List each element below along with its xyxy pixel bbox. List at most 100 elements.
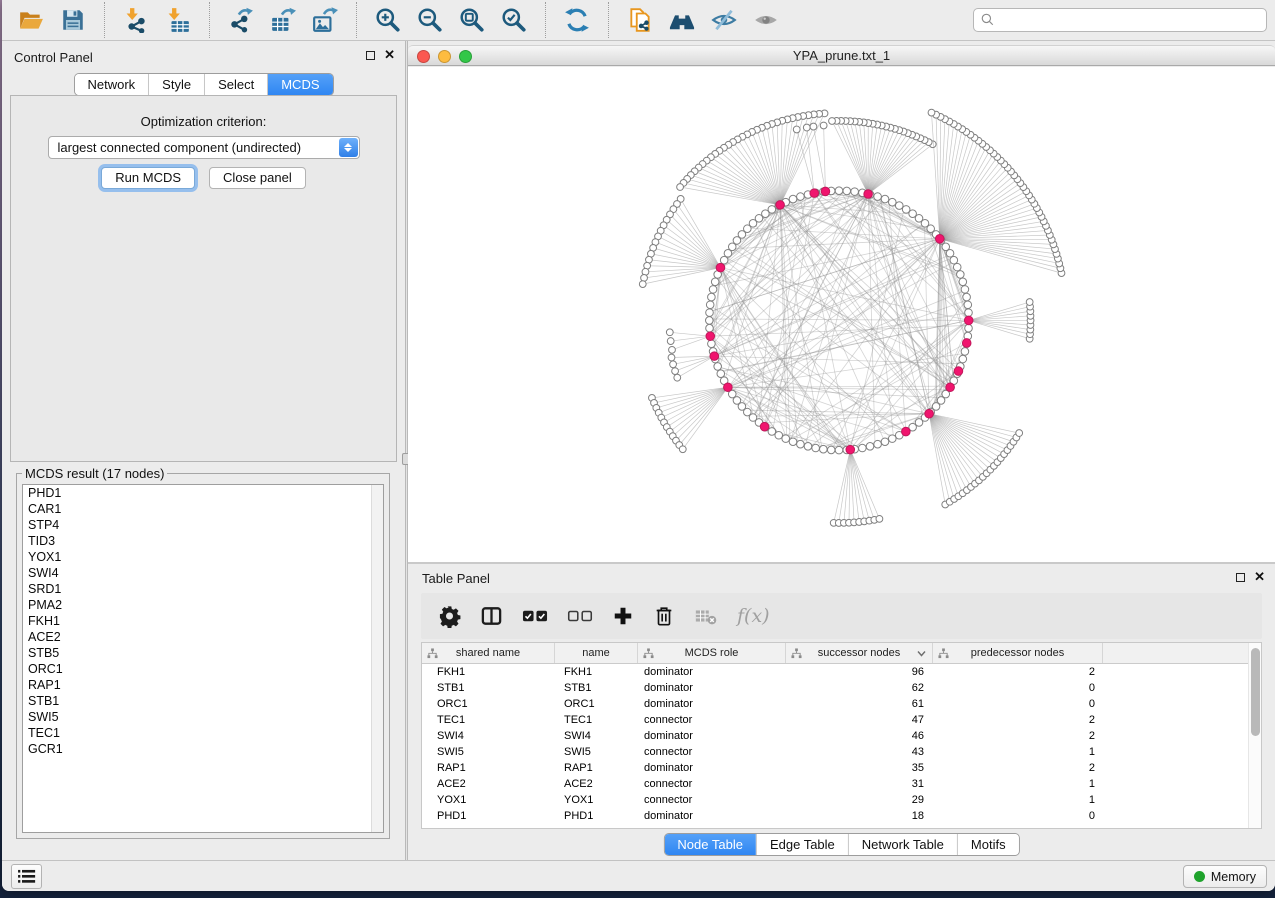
table-scrollbar[interactable] xyxy=(1248,643,1261,828)
table-cell: dominator xyxy=(638,682,786,694)
memory-button[interactable]: Memory xyxy=(1183,865,1267,888)
tab-motifs[interactable]: Motifs xyxy=(957,834,1019,855)
open-file-button[interactable] xyxy=(13,3,49,37)
column-view-button[interactable] xyxy=(480,604,503,628)
settings-button[interactable] xyxy=(438,604,461,628)
mcds-result-item[interactable]: PHD1 xyxy=(23,485,383,501)
column-header-predecessor-nodes[interactable]: predecessor nodes xyxy=(933,643,1103,663)
save-session-button[interactable] xyxy=(55,3,91,37)
minimize-window-icon[interactable] xyxy=(438,50,451,63)
run-mcds-button[interactable]: Run MCDS xyxy=(101,167,195,189)
tab-network[interactable]: Network xyxy=(74,74,148,95)
mcds-result-item[interactable]: CAR1 xyxy=(23,501,383,517)
import-table-button[interactable] xyxy=(160,3,196,37)
network-canvas[interactable] xyxy=(408,67,1275,562)
mcds-result-item[interactable]: RAP1 xyxy=(23,677,383,693)
table-cell: STB1 xyxy=(422,682,555,694)
network-view-titlebar: YPA_prune.txt_1 xyxy=(408,45,1275,66)
close-panel-icon[interactable]: ✕ xyxy=(384,49,395,61)
zoom-fit-button[interactable] xyxy=(454,3,490,37)
maximize-window-icon[interactable] xyxy=(459,50,472,63)
zoom-out-icon xyxy=(417,7,443,33)
search-input[interactable] xyxy=(973,8,1267,32)
refresh-button[interactable] xyxy=(559,3,595,37)
table-cell: FKH1 xyxy=(422,666,555,678)
mcds-result-item[interactable]: SWI5 xyxy=(23,709,383,725)
tab-network-table[interactable]: Network Table xyxy=(848,834,957,855)
show-all-icon xyxy=(753,7,779,33)
zoom-out-button[interactable] xyxy=(412,3,448,37)
table-row[interactable]: TEC1TEC1connector472 xyxy=(422,712,1261,728)
first-neighbors-button[interactable] xyxy=(664,3,700,37)
column-header-successor-nodes[interactable]: successor nodes xyxy=(786,643,933,663)
table-cell: connector xyxy=(638,714,786,726)
table-cell: RAP1 xyxy=(555,762,638,774)
mcds-result-item[interactable]: TID3 xyxy=(23,533,383,549)
mcds-result-item[interactable]: YOX1 xyxy=(23,549,383,565)
table-cell: TEC1 xyxy=(555,714,638,726)
column-header-shared-name[interactable]: shared name xyxy=(422,643,555,663)
export-image-button[interactable] xyxy=(307,3,343,37)
export-table-button[interactable] xyxy=(265,3,301,37)
zoom-selected-button[interactable] xyxy=(496,3,532,37)
mcds-result-item[interactable]: SRD1 xyxy=(23,581,383,597)
table-row[interactable]: ORC1ORC1dominator610 xyxy=(422,696,1261,712)
table-panel-title: Table Panel xyxy=(422,571,490,586)
table-cell: 31 xyxy=(786,778,933,790)
mcds-list-scrollbar[interactable] xyxy=(371,485,383,832)
mcds-result-item[interactable]: STP4 xyxy=(23,517,383,533)
column-label: predecessor nodes xyxy=(971,647,1065,659)
table-row[interactable]: RAP1RAP1dominator352 xyxy=(422,760,1261,776)
float-panel-icon[interactable] xyxy=(366,51,375,60)
table-row[interactable]: STB1STB1dominator620 xyxy=(422,680,1261,696)
import-network-button[interactable] xyxy=(118,3,154,37)
tab-style[interactable]: Style xyxy=(148,74,204,95)
close-panel-icon[interactable]: ✕ xyxy=(1254,571,1265,583)
column-header-MCDS-role[interactable]: MCDS role xyxy=(638,643,786,663)
column-header-name[interactable]: name xyxy=(555,643,638,663)
new-network-from-selection-button[interactable] xyxy=(622,3,658,37)
close-window-icon[interactable] xyxy=(417,50,430,63)
panel-menu-button[interactable] xyxy=(11,864,42,889)
mcds-result-item[interactable]: ACE2 xyxy=(23,629,383,645)
function-builder-button[interactable]: f(x) xyxy=(737,605,770,627)
tab-select[interactable]: Select xyxy=(204,74,267,95)
optimization-criterion-select[interactable]: largest connected component (undirected) xyxy=(48,136,360,159)
mcds-result-item[interactable]: GCR1 xyxy=(23,741,383,757)
mcds-result-item[interactable]: FKH1 xyxy=(23,613,383,629)
table-row[interactable]: FKH1FKH1dominator962 xyxy=(422,664,1261,680)
deselect-all-columns-button[interactable] xyxy=(567,604,593,628)
table-row[interactable]: ACE2ACE2connector311 xyxy=(422,776,1261,792)
zoom-in-button[interactable] xyxy=(370,3,406,37)
hide-selected-button[interactable] xyxy=(706,3,742,37)
mcds-result-list: PHD1CAR1STP4TID3YOX1SWI4SRD1PMA2FKH1ACE2… xyxy=(22,484,384,833)
delete-column-button[interactable] xyxy=(653,604,675,628)
node-table: shared namenameMCDS rolesuccessor nodes p… xyxy=(421,642,1262,829)
mcds-result-item[interactable]: ORC1 xyxy=(23,661,383,677)
close-panel-button[interactable]: Close panel xyxy=(209,167,306,189)
export-network-button[interactable] xyxy=(223,3,259,37)
tab-node-table[interactable]: Node Table xyxy=(664,834,756,855)
mcds-result-item[interactable]: TEC1 xyxy=(23,725,383,741)
table-row[interactable]: YOX1YOX1connector291 xyxy=(422,792,1261,808)
list-icon xyxy=(17,869,36,884)
sort-desc-icon xyxy=(917,650,926,657)
mcds-result-item[interactable]: PMA2 xyxy=(23,597,383,613)
table-cell: SWI5 xyxy=(422,746,555,758)
table-row[interactable]: PHD1PHD1dominator180 xyxy=(422,808,1261,824)
table-row[interactable]: SWI5SWI5connector431 xyxy=(422,744,1261,760)
tab-edge-table[interactable]: Edge Table xyxy=(756,834,848,855)
float-panel-icon[interactable] xyxy=(1236,573,1245,582)
delete-table-button[interactable] xyxy=(694,604,718,628)
add-column-button[interactable] xyxy=(612,604,634,628)
table-cell: SWI5 xyxy=(555,746,638,758)
mcds-result-item[interactable]: STB1 xyxy=(23,693,383,709)
table-row[interactable]: SWI4SWI4dominator462 xyxy=(422,728,1261,744)
tab-mcds[interactable]: MCDS xyxy=(267,74,332,95)
table-cell: connector xyxy=(638,778,786,790)
table-scrollbar-thumb[interactable] xyxy=(1251,648,1260,736)
select-all-columns-button[interactable] xyxy=(522,604,548,628)
mcds-result-item[interactable]: STB5 xyxy=(23,645,383,661)
show-all-button[interactable] xyxy=(748,3,784,37)
mcds-result-item[interactable]: SWI4 xyxy=(23,565,383,581)
